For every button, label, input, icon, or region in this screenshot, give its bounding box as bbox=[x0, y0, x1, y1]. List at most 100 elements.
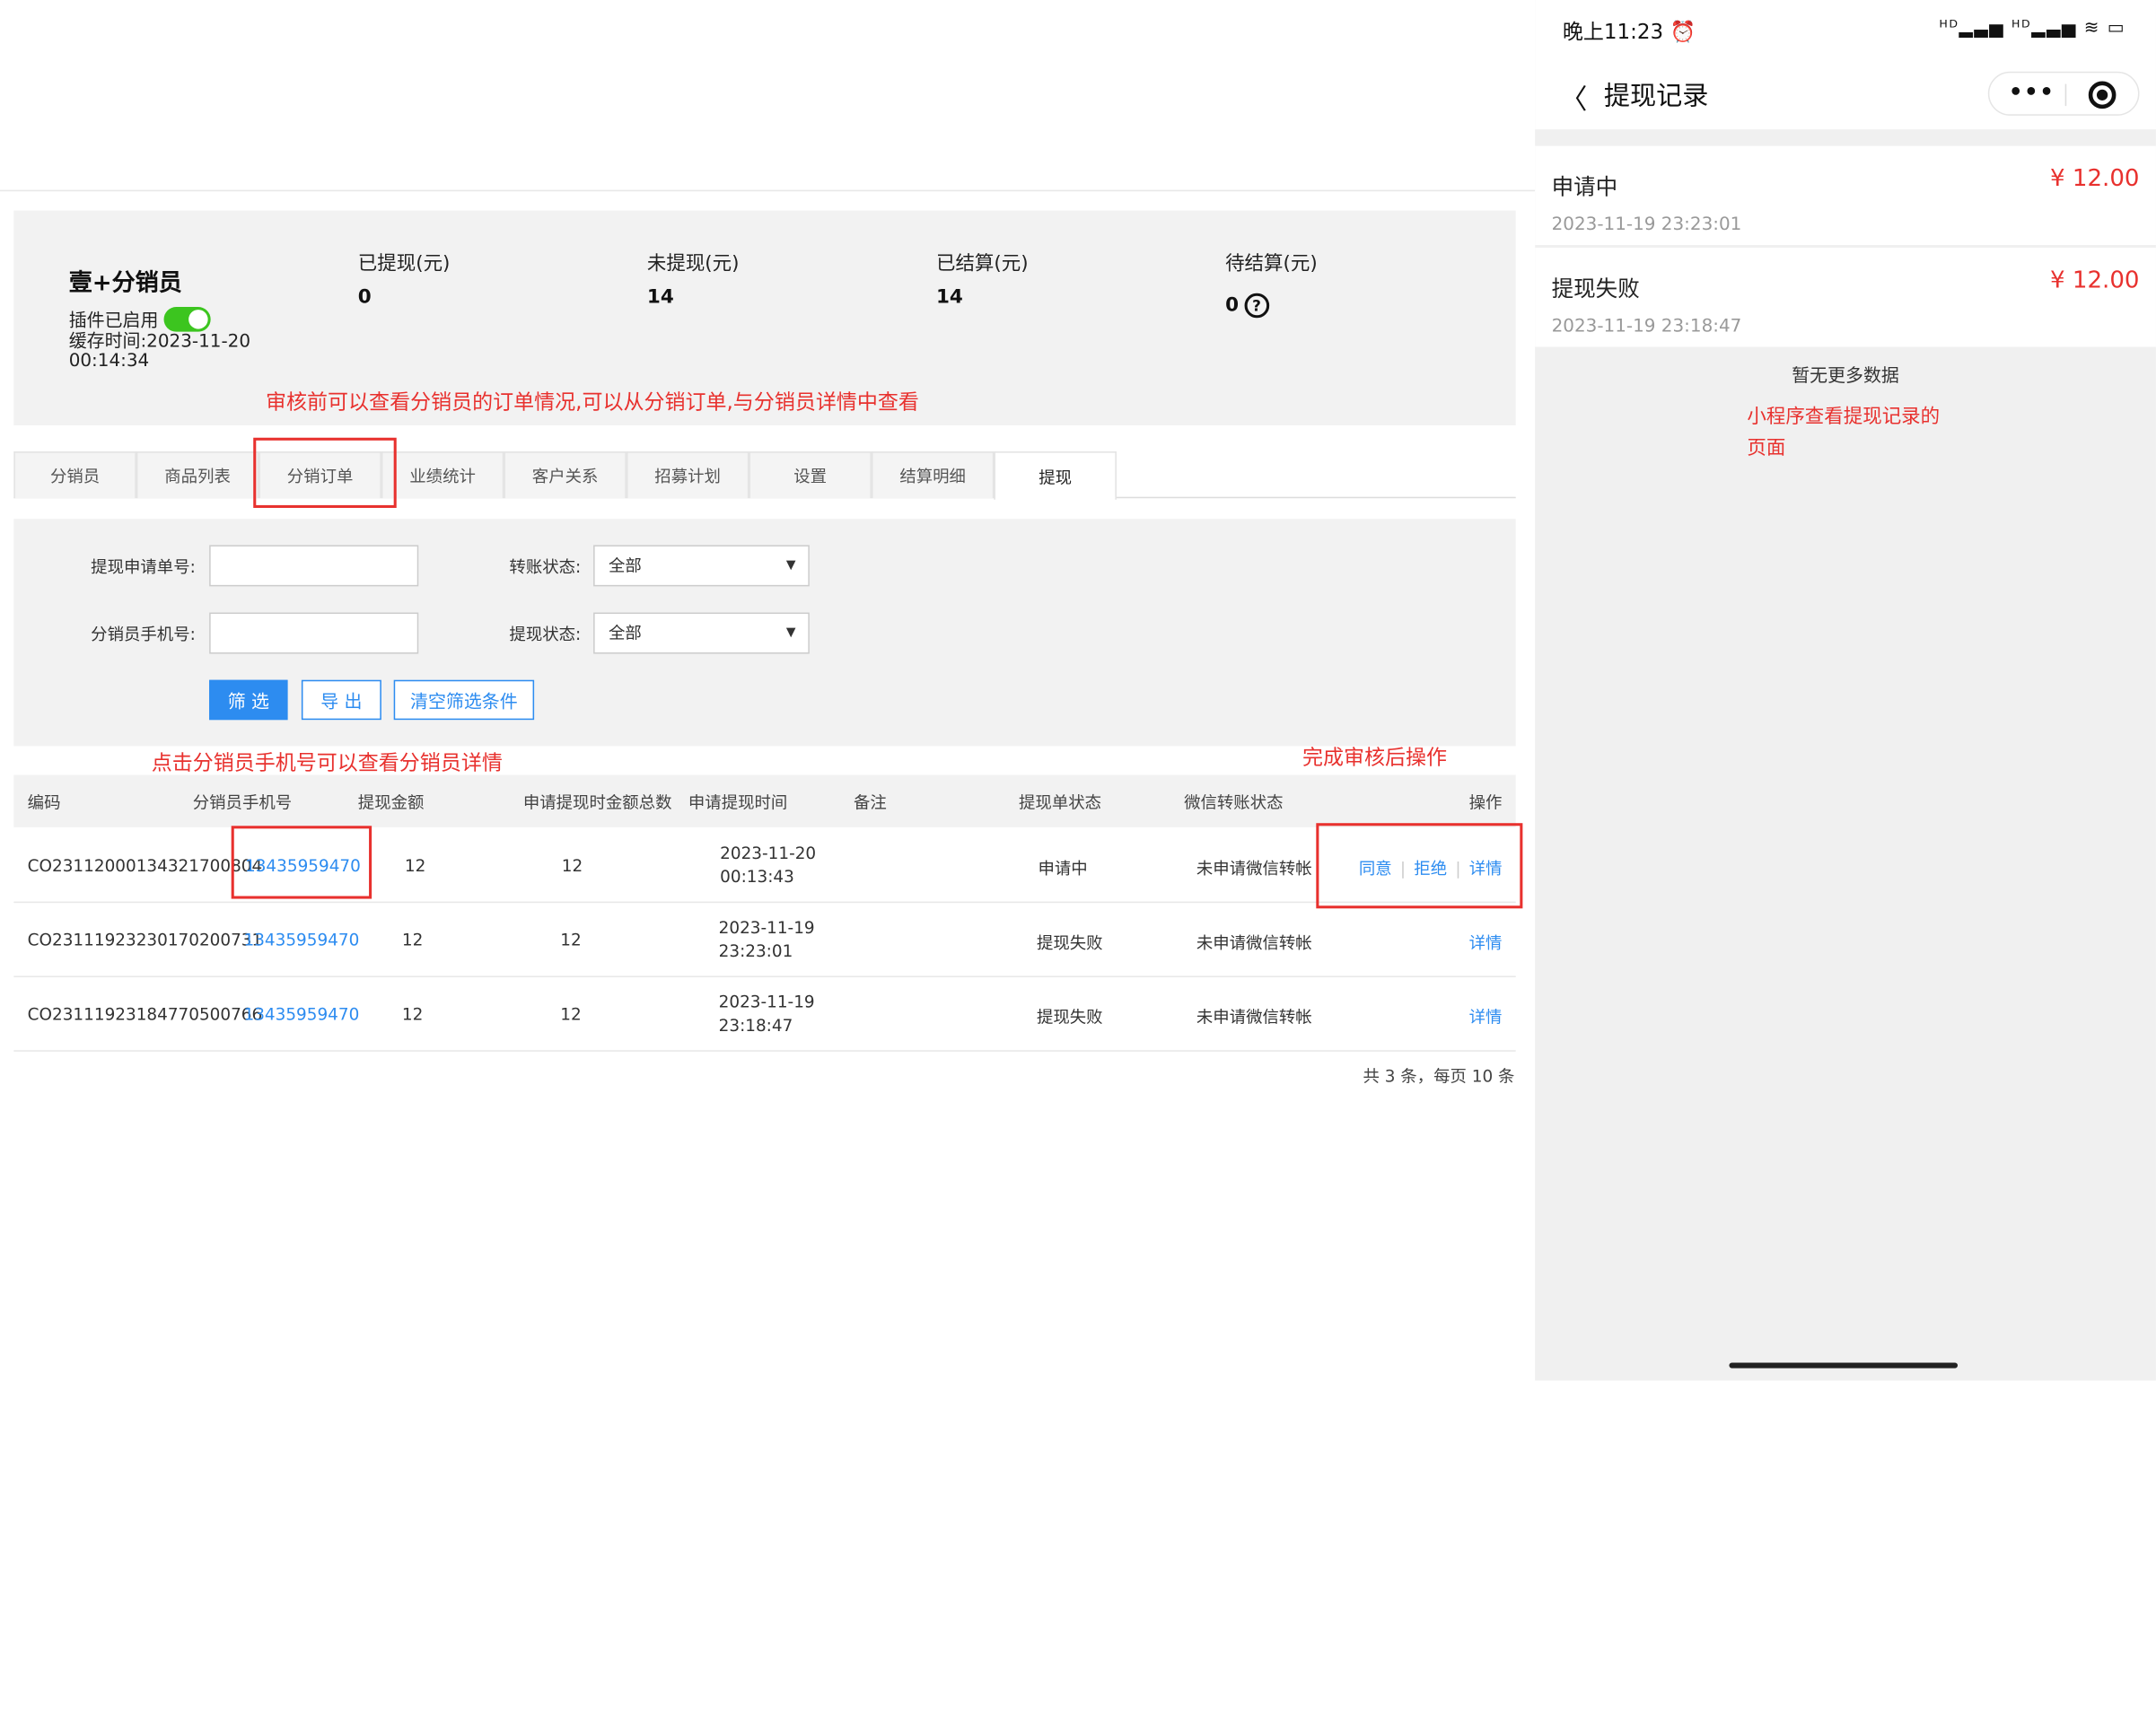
chevron-down-icon: ▼ bbox=[785, 625, 796, 641]
row-phone-link[interactable]: 13435959470 bbox=[243, 931, 359, 949]
col-total: 申请提现时金额总数 bbox=[522, 792, 672, 812]
clear-filter-button[interactable]: 清空筛选条件 bbox=[393, 679, 535, 721]
annotation-mini-note-line: 页面 bbox=[1747, 437, 1786, 460]
col-amount: 提现金额 bbox=[357, 792, 425, 812]
stat-value: 0 bbox=[357, 286, 372, 309]
nav-bar: 〈 提现记录 ••• bbox=[1535, 60, 2156, 130]
tab-settlement-details[interactable]: 结算明细 bbox=[871, 451, 995, 499]
cache-time: 缓存时间:2023-11-20 00:14:34 bbox=[68, 331, 251, 372]
export-button[interactable]: 导 出 bbox=[301, 679, 381, 721]
annotation-review-note: 审核前可以查看分销员的订单情况,可以从分销订单,与分销员详情中查看 bbox=[266, 389, 919, 415]
annotation-action-note: 完成审核后操作 bbox=[1301, 744, 1448, 770]
record-item[interactable]: 申请中 ¥ 12.00 2023-11-19 23:23:01 bbox=[1535, 145, 2156, 246]
col-code: 编码 bbox=[27, 792, 61, 812]
stat-value: 0 bbox=[1225, 294, 1240, 317]
row-total: 12 bbox=[560, 930, 582, 950]
tab-settings[interactable]: 设置 bbox=[749, 451, 872, 499]
detail-link[interactable]: 详情 bbox=[1469, 1005, 1503, 1028]
transfer-status-label: 转账状态: bbox=[509, 557, 582, 577]
tab-distributors[interactable]: 分销员 bbox=[13, 451, 136, 499]
col-apply-time: 申请提现时间 bbox=[688, 792, 788, 812]
annotation-phone-note: 点击分销员手机号可以查看分销员详情 bbox=[151, 749, 503, 775]
annotation-mini-note: 小程序查看提现记录的 页面 bbox=[1747, 402, 1940, 466]
row-code: CO23112000134321700804 bbox=[27, 856, 263, 876]
filter-button[interactable]: 筛 选 bbox=[209, 679, 288, 721]
phone-label: 分销员手机号: bbox=[91, 625, 196, 644]
stat-withdrawn: 已提现(元) 0 bbox=[357, 249, 451, 309]
pagination-summary: 共 3 条，每页 10 条 bbox=[1363, 1066, 1515, 1087]
capsule-divider bbox=[2064, 83, 2067, 107]
col-actions: 操作 bbox=[1468, 792, 1503, 812]
row-wx-status: 未申请微信转帐 bbox=[1196, 1007, 1312, 1028]
stat-settled: 已结算(元) 14 bbox=[935, 249, 1029, 309]
stat-not-withdrawn: 未提现(元) 14 bbox=[646, 249, 740, 309]
stat-label: 已结算(元) bbox=[935, 253, 1029, 276]
annotation-mini-note-line: 小程序查看提现记录的 bbox=[1747, 406, 1941, 429]
close-target-icon[interactable] bbox=[2088, 81, 2117, 109]
more-icon[interactable]: ••• bbox=[2009, 78, 2055, 104]
highlight-box-phone bbox=[231, 826, 372, 899]
table-row: CO23111923184770500766 13435959470 12 12… bbox=[13, 977, 1516, 1052]
col-phone: 分销员手机号 bbox=[192, 792, 293, 812]
tab-product-list[interactable]: 商品列表 bbox=[136, 451, 259, 499]
row-apply-time: 23:23:01 bbox=[718, 941, 793, 961]
row-amount: 12 bbox=[404, 856, 426, 876]
tab-bar: 分销员 商品列表 分销订单 业绩统计 客户关系 招募计划 设置 结算明细 提现 bbox=[13, 451, 1516, 500]
help-icon[interactable]: ? bbox=[1244, 293, 1269, 319]
row-apply-date: 2023-11-19 bbox=[718, 992, 815, 1012]
plugin-header: 壹+分销员 插件已启用 缓存时间:2023-11-20 00:14:34 已提现… bbox=[13, 210, 1516, 425]
record-amount: ¥ 12.00 bbox=[2049, 165, 2140, 193]
home-indicator bbox=[1729, 1362, 1959, 1369]
row-phone-link[interactable]: 13435959470 bbox=[243, 1005, 359, 1024]
record-time: 2023-11-19 23:23:01 bbox=[1551, 214, 1742, 236]
back-arrow-icon[interactable]: 〈 bbox=[1560, 77, 1588, 117]
withdraw-status-select[interactable]: 全部 ▼ bbox=[593, 612, 810, 654]
stat-pending: 待结算(元) 0? bbox=[1225, 249, 1318, 319]
table-row: CO23111923230170200731 13435959470 12 12… bbox=[13, 903, 1516, 977]
row-apply-date: 2023-11-20 bbox=[720, 844, 817, 863]
col-status: 提现单状态 bbox=[1019, 792, 1102, 812]
detail-link[interactable]: 详情 bbox=[1469, 931, 1503, 954]
tab-performance[interactable]: 业绩统计 bbox=[381, 451, 504, 499]
status-bar: 晚上11:23 ⏰ ᴴᴰ▂▃▅ ᴴᴰ▂▃▅ ≋ ▭ bbox=[1535, 0, 2156, 61]
row-amount: 12 bbox=[401, 930, 424, 950]
row-apply-date: 2023-11-19 bbox=[718, 918, 815, 938]
chevron-down-icon: ▼ bbox=[785, 558, 796, 573]
plugin-enabled-toggle[interactable] bbox=[163, 306, 211, 331]
stat-label: 待结算(元) bbox=[1225, 253, 1318, 276]
transfer-status-value: 全部 bbox=[608, 555, 642, 576]
stat-value: 14 bbox=[935, 286, 963, 309]
mini-program-screen: 晚上11:23 ⏰ ᴴᴰ▂▃▅ ᴴᴰ▂▃▅ ≋ ▭ 〈 提现记录 ••• 申请中… bbox=[1535, 0, 2156, 1381]
row-total: 12 bbox=[561, 856, 583, 876]
row-code: CO23111923230170200731 bbox=[27, 930, 263, 950]
apply-no-input[interactable] bbox=[209, 545, 419, 587]
plugin-title: 壹+分销员 bbox=[68, 269, 182, 298]
tab-customer-relations[interactable]: 客户关系 bbox=[504, 451, 627, 499]
row-amount: 12 bbox=[401, 1004, 424, 1025]
tab-recruit-plan[interactable]: 招募计划 bbox=[626, 451, 749, 499]
filter-panel: 提现申请单号: 转账状态: 全部 ▼ 分销员手机号: 提现状态: 全部 ▼ 筛 选 … bbox=[13, 519, 1516, 747]
stat-value: 14 bbox=[646, 286, 674, 309]
stat-label: 已提现(元) bbox=[357, 253, 451, 276]
row-wx-status: 未申请微信转帐 bbox=[1196, 859, 1312, 879]
stat-label: 未提现(元) bbox=[646, 253, 740, 276]
col-remark: 备注 bbox=[853, 792, 887, 812]
plugin-status-label: 插件已启用 bbox=[68, 310, 159, 332]
row-status: 提现失败 bbox=[1036, 1007, 1103, 1028]
phone-input[interactable] bbox=[209, 612, 419, 654]
row-status: 申请中 bbox=[1038, 859, 1088, 879]
no-more-data: 暂无更多数据 bbox=[1792, 365, 1899, 387]
withdraw-status-value: 全部 bbox=[608, 623, 642, 643]
row-wx-status: 未申请微信转帐 bbox=[1196, 932, 1312, 953]
record-item[interactable]: 提现失败 ¥ 12.00 2023-11-19 23:18:47 bbox=[1535, 248, 2156, 347]
row-code: CO23111923184770500766 bbox=[27, 1004, 263, 1025]
tab-withdraw[interactable]: 提现 bbox=[994, 451, 1117, 500]
status-time-text: 晚上11:23 bbox=[1562, 19, 1664, 45]
highlight-box-actions bbox=[1316, 823, 1523, 909]
alarm-icon: ⏰ bbox=[1670, 19, 1696, 45]
signal-wifi-battery-icon: ᴴᴰ▂▃▅ ᴴᴰ▂▃▅ ≋ ▭ bbox=[1939, 17, 2126, 39]
record-status: 提现失败 bbox=[1551, 275, 1640, 302]
mini-program-capsule: ••• bbox=[1987, 71, 2140, 116]
transfer-status-select[interactable]: 全部 ▼ bbox=[593, 545, 810, 587]
withdraw-status-label: 提现状态: bbox=[509, 625, 582, 644]
